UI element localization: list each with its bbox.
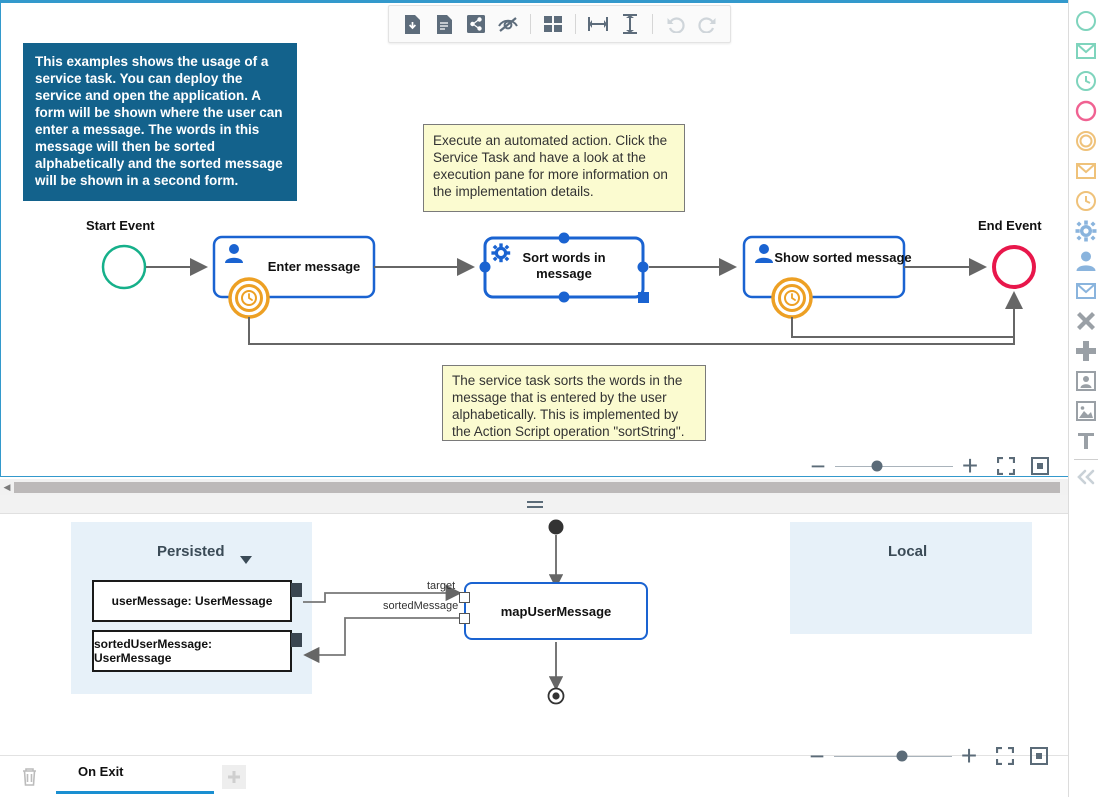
zoom-slider-top[interactable] <box>835 451 953 476</box>
bpmn-toolbar <box>388 5 731 43</box>
user-task-palette-icon[interactable] <box>1071 246 1101 276</box>
trash-icon[interactable] <box>12 762 46 792</box>
boundary-event-palette-icon[interactable] <box>1071 126 1101 156</box>
data-node-usermessage[interactable]: userMessage: UserMessage <box>92 580 292 622</box>
image-palette-icon[interactable] <box>1071 396 1101 426</box>
zoom-slider-knob-top[interactable] <box>871 460 883 472</box>
boundary-flow-1 <box>248 317 1015 345</box>
eye-hidden-icon[interactable] <box>493 9 523 39</box>
share-icon[interactable] <box>461 9 491 39</box>
end-event-palette-icon[interactable] <box>1071 96 1101 126</box>
user-image-palette-icon[interactable] <box>1071 366 1101 396</box>
toolbar-separator-2 <box>575 14 576 34</box>
message-task-palette-icon[interactable] <box>1071 276 1101 306</box>
timer-boundary-palette-icon[interactable] <box>1071 186 1101 216</box>
horizontal-scrollbar-thumb[interactable] <box>14 482 1060 493</box>
bpmn-diagram-panel[interactable]: Enter message Sort words in message Show… <box>0 0 1070 477</box>
tab-on-exit[interactable]: On Exit <box>56 760 214 794</box>
data-node-sortedusermessage[interactable]: sortedUserMessage: UserMessage <box>92 630 292 672</box>
scope-title-local: Local <box>888 543 928 560</box>
zoom-controls-top: − + <box>801 451 1055 477</box>
end-event <box>992 245 1036 289</box>
grid-layout-icon[interactable] <box>538 9 568 39</box>
redo-icon[interactable] <box>692 9 722 39</box>
toolbar-separator-1 <box>530 14 531 34</box>
initial-node <box>548 519 564 535</box>
port-usermessage-out[interactable] <box>291 583 302 597</box>
start-event <box>101 244 147 290</box>
palette-rail <box>1069 0 1103 477</box>
fit-screen-icon-bottom[interactable] <box>990 741 1020 771</box>
scroll-left-arrow-icon[interactable]: ◀ <box>2 482 12 493</box>
document-icon[interactable] <box>429 9 459 39</box>
start-event-palette-icon[interactable] <box>1071 6 1101 36</box>
fit-screen-icon-top[interactable] <box>991 451 1021 476</box>
boundary-timer-event-1 <box>228 277 270 319</box>
port-sortedusermessage-in[interactable] <box>291 633 302 647</box>
zoom-in-button-bottom[interactable]: + <box>952 741 986 771</box>
zoom-in-button-top[interactable]: + <box>953 451 987 477</box>
end-event-label: End Event <box>978 218 1042 233</box>
center-view-icon-bottom[interactable] <box>1024 741 1054 771</box>
message-start-event-palette-icon[interactable] <box>1071 36 1101 66</box>
zoom-controls-bottom: − + <box>800 741 1054 771</box>
final-node-inner <box>552 692 560 700</box>
undo-icon[interactable] <box>660 9 690 39</box>
zoom-slider-bottom[interactable] <box>834 741 952 771</box>
message-boundary-palette-icon[interactable] <box>1071 156 1101 186</box>
timer-start-event-palette-icon[interactable] <box>1071 66 1101 96</box>
zoom-out-button-top[interactable]: − <box>801 451 835 476</box>
edge-label-sortedmessage: sortedMessage <box>383 600 459 612</box>
note-yellow-service-task[interactable]: Execute an automated action. Click the S… <box>423 124 685 212</box>
start-event-label: Start Event <box>86 218 155 233</box>
element-palette <box>1068 0 1104 797</box>
note-blue-description[interactable]: This examples shows the usage of a servi… <box>23 43 297 201</box>
collapse-left-icon[interactable] <box>1071 462 1101 492</box>
service-task-palette-icon[interactable] <box>1071 216 1101 246</box>
port-sortedmessage[interactable] <box>459 613 470 624</box>
text-palette-icon[interactable] <box>1071 426 1101 456</box>
zoom-out-button-bottom[interactable]: − <box>800 741 834 771</box>
port-target[interactable] <box>459 592 470 603</box>
boundary-flow-2 <box>791 291 1023 338</box>
palette-divider <box>1074 459 1098 460</box>
note-yellow-sort-explanation[interactable]: The service task sorts the words in the … <box>442 365 706 441</box>
horizontal-scrollbar[interactable]: ◀ <box>0 479 1070 495</box>
add-tab-button[interactable] <box>222 764 246 789</box>
chevron-down-icon[interactable] <box>240 551 252 569</box>
terminate-palette-icon[interactable] <box>1071 306 1101 336</box>
download-file-icon[interactable] <box>397 9 427 39</box>
edge-label-target: target <box>427 580 456 592</box>
splitter-grip-icon <box>527 500 543 508</box>
center-view-icon-top[interactable] <box>1025 451 1055 476</box>
add-palette-icon[interactable] <box>1071 336 1101 366</box>
application-window: Enter message Sort words in message Show… <box>0 0 1104 797</box>
boundary-timer-event-2 <box>771 277 813 319</box>
zoom-slider-knob-bottom[interactable] <box>896 750 908 762</box>
toolbar-separator-3 <box>652 14 653 34</box>
tab-on-exit-label: On Exit <box>78 763 124 779</box>
vertical-spacing-icon[interactable] <box>615 9 645 39</box>
horizontal-spacing-icon[interactable] <box>583 9 613 39</box>
mapping-node-mapusermessage[interactable]: mapUserMessage <box>464 582 648 640</box>
scope-title-persisted: Persisted <box>157 543 225 560</box>
panel-splitter[interactable] <box>0 495 1070 513</box>
